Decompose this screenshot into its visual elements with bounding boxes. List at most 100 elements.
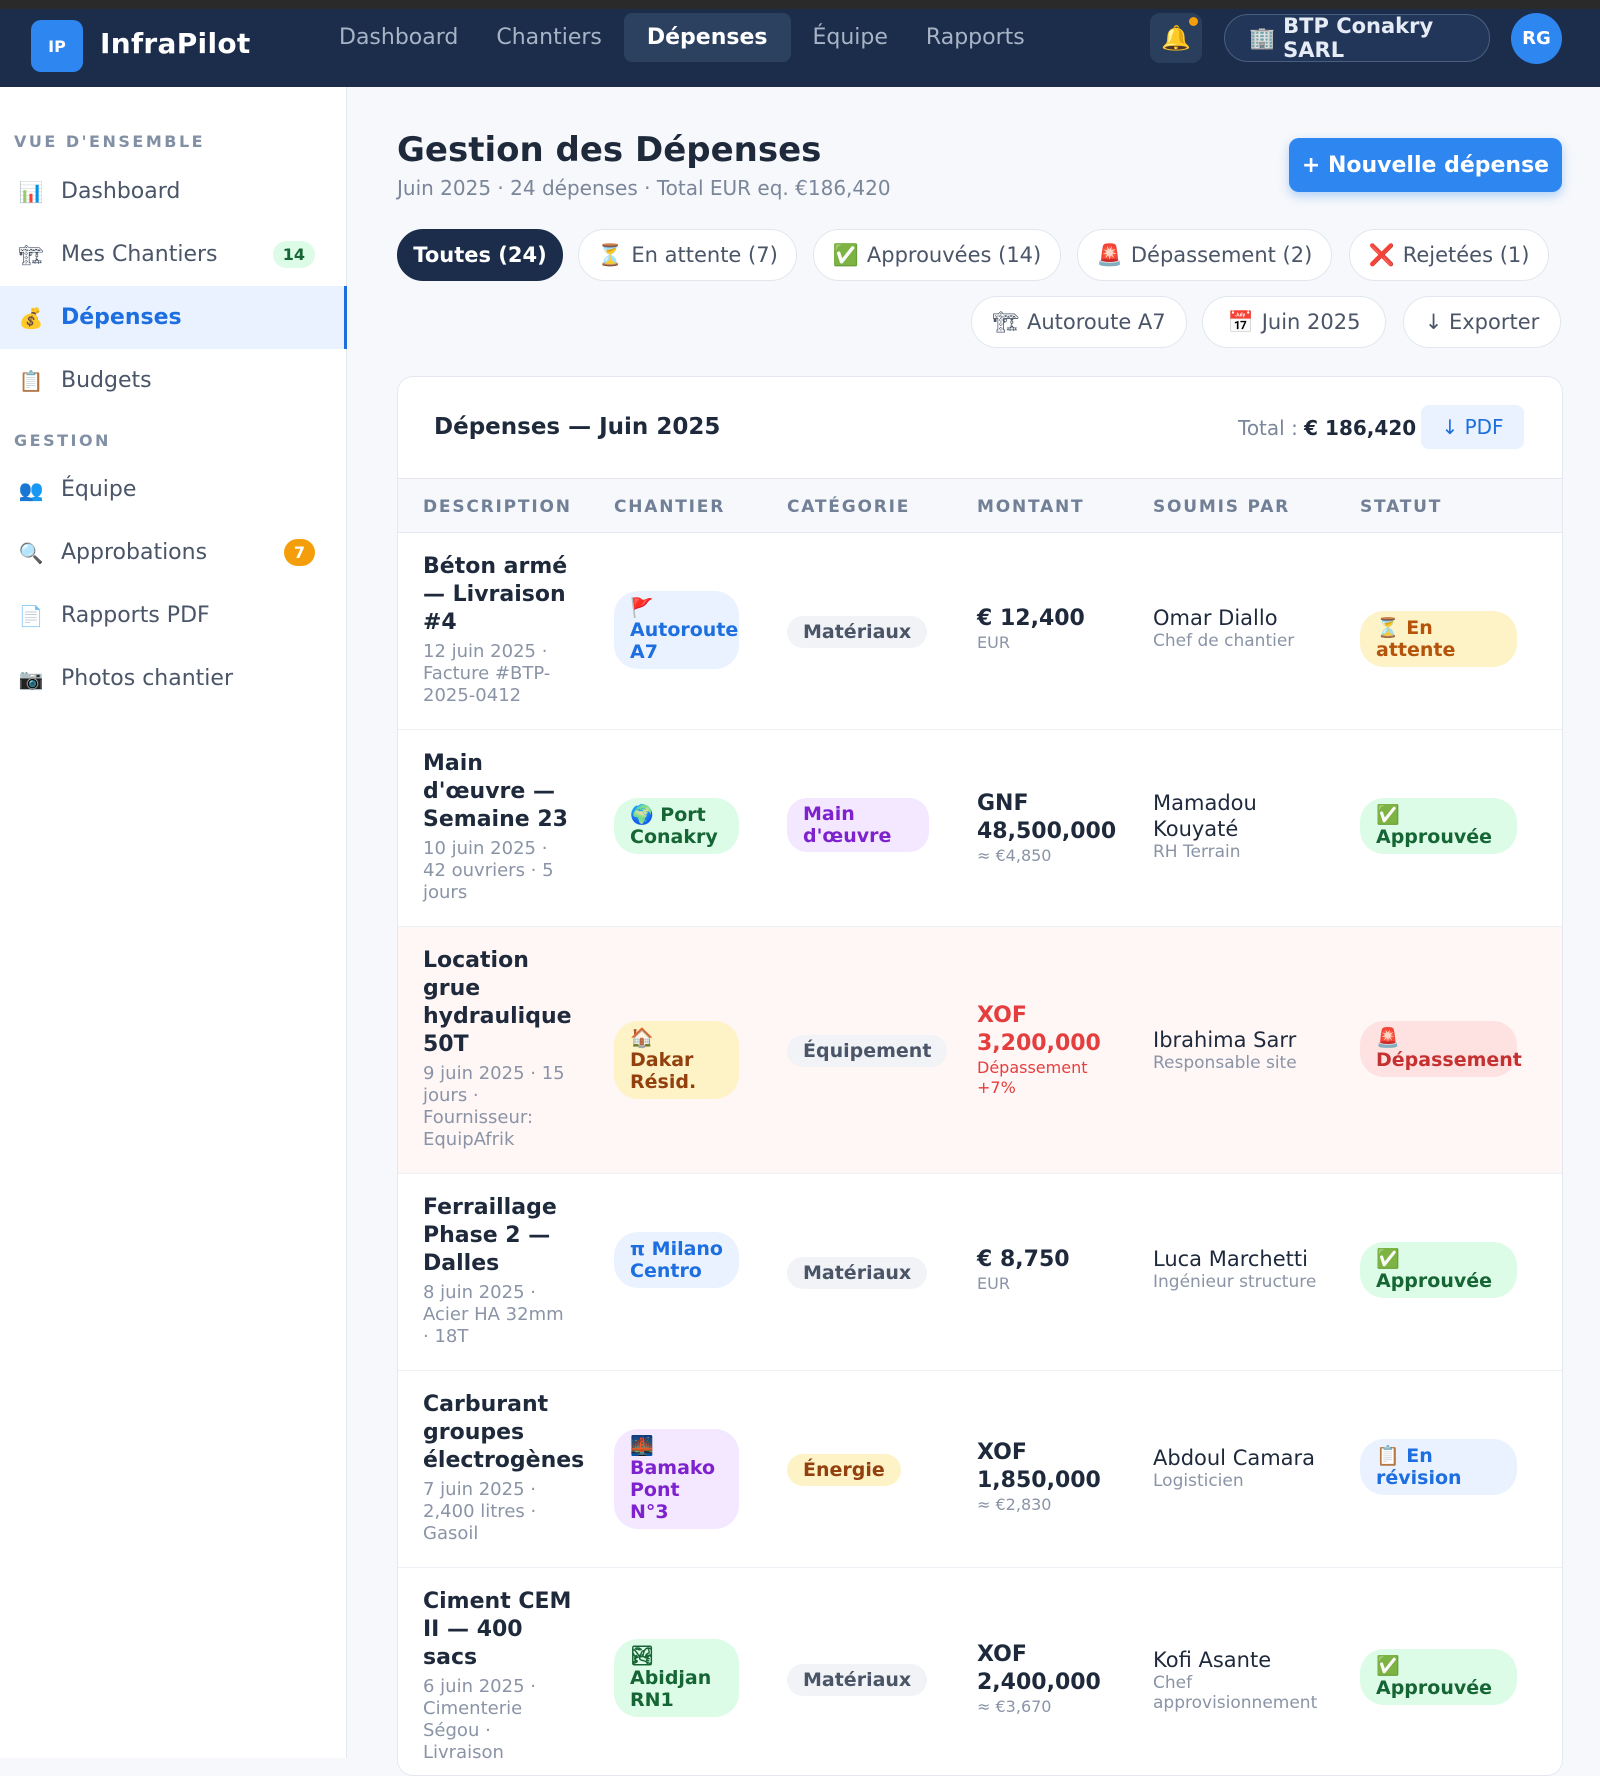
amount-value: € 12,400 <box>977 606 1085 631</box>
crane-icon: 🏗 <box>992 309 1019 334</box>
nav-rapports[interactable]: Rapports <box>910 13 1041 62</box>
sidebar-item-label: Approbations <box>61 540 208 565</box>
site-pill[interactable]: 🌉 Bamako Pont N°3 <box>614 1429 739 1529</box>
chart-icon: 📊 <box>18 179 44 204</box>
page-title: Gestion des Dépenses <box>397 130 822 170</box>
clipboard-icon: 📋 <box>1376 1445 1400 1467</box>
submitter-role: Ingénieur structure <box>1153 1272 1317 1292</box>
amount-value: XOF 3,200,000 <box>977 1003 1101 1056</box>
status-label: Approuvée <box>1376 1270 1493 1292</box>
app-logo[interactable]: IP <box>31 20 83 72</box>
table-row[interactable]: Main d'œuvre — Semaine 23 10 juin 2025 ·… <box>398 730 1562 927</box>
siren-icon: 🚨 <box>1096 242 1123 267</box>
row-description: Location grue hydraulique 50T 9 juin 202… <box>423 947 573 1151</box>
page-subtitle: Juin 2025 · 24 dépenses · Total EUR eq. … <box>397 176 891 200</box>
user-avatar[interactable]: RG <box>1511 13 1562 64</box>
expense-meta: 9 juin 2025 · 15 jours · Fournisseur: Eq… <box>423 1063 565 1150</box>
table-row[interactable]: Ferraillage Phase 2 — Dalles 8 juin 2025… <box>398 1174 1562 1371</box>
amount-value: GNF 48,500,000 <box>977 791 1117 844</box>
category-pill: Équipement <box>787 1035 948 1067</box>
filter-approved[interactable]: ✅ Approuvées (14) <box>813 229 1061 281</box>
pdf-button[interactable]: ↓ PDF <box>1421 405 1524 449</box>
table-row[interactable]: Location grue hydraulique 50T 9 juin 202… <box>398 927 1562 1174</box>
col-categorie: CATÉGORIE <box>787 497 911 517</box>
site-name: Bamako Pont N°3 <box>630 1457 716 1523</box>
hourglass-icon: ⏳ <box>1376 617 1400 639</box>
filter-pending[interactable]: ⏳ En attente (7) <box>578 229 797 281</box>
chip-label: Rejetées (1) <box>1402 243 1530 267</box>
nav-depenses[interactable]: Dépenses <box>623 13 791 62</box>
amount-sub: ≈ €2,830 <box>977 1495 1052 1514</box>
chip-label: En attente (7) <box>631 243 778 267</box>
status-badge: 🚨 Dépassement <box>1360 1021 1522 1077</box>
clipboard-icon: 📋 <box>18 368 44 393</box>
sidebar-item-rapports-pdf[interactable]: 📄 Rapports PDF <box>0 584 347 647</box>
row-description: Béton armé — Livraison #4 12 juin 2025 ·… <box>423 553 573 707</box>
sidebar-item-label: Budgets <box>61 368 152 393</box>
sidebar-item-chantiers[interactable]: 🏗 Mes Chantiers 14 <box>0 223 347 286</box>
filter-site[interactable]: 🏗 Autoroute A7 <box>971 296 1187 348</box>
new-expense-button[interactable]: + Nouvelle dépense <box>1289 138 1562 192</box>
sidebar-item-approbations[interactable]: 🔍 Approbations 7 <box>0 521 347 584</box>
chip-label: Dépassement (2) <box>1130 243 1313 267</box>
building-icon: 🏢 <box>1249 25 1276 50</box>
landscape-icon: 🏞 <box>630 1645 655 1667</box>
category-pill: Matériaux <box>787 1664 928 1696</box>
site-pill[interactable]: 🏠 Dakar Résid. <box>614 1021 739 1099</box>
site-pill[interactable]: 🌍 Port Conakry <box>614 798 739 854</box>
expense-meta: 12 juin 2025 · Facture #BTP-2025-0412 <box>423 641 551 706</box>
filter-overrun[interactable]: 🚨 Dépassement (2) <box>1077 229 1332 281</box>
nav-dashboard[interactable]: Dashboard <box>323 13 474 62</box>
expenses-card: Dépenses — Juin 2025 Total : € 186,420 ↓… <box>397 376 1563 1776</box>
expense-title: Ferraillage Phase 2 — Dalles <box>423 1195 557 1276</box>
sidebar-item-label: Équipe <box>61 477 137 502</box>
siren-icon: 🚨 <box>1376 1027 1400 1049</box>
expense-title: Main d'œuvre — Semaine 23 <box>423 751 568 832</box>
site-pill[interactable]: 🏞 Abidjan RN1 <box>614 1639 739 1717</box>
submitter-role: Chef de chantier <box>1153 631 1295 651</box>
sidebar-item-photos[interactable]: 📷 Photos chantier <box>0 647 347 710</box>
filter-month[interactable]: 📅 Juin 2025 <box>1202 296 1386 348</box>
org-selector[interactable]: 🏢 BTP Conakry SARL <box>1224 14 1490 62</box>
sidebar-item-dashboard[interactable]: 📊 Dashboard <box>0 160 347 223</box>
check-icon: ✅ <box>1376 1655 1400 1677</box>
submitter-role: Logisticien <box>1153 1471 1244 1491</box>
check-icon: ✅ <box>1376 1248 1400 1270</box>
nav-chantiers[interactable]: Chantiers <box>480 13 618 62</box>
row-description: Ferraillage Phase 2 — Dalles 8 juin 2025… <box>423 1194 573 1348</box>
amount-sub: EUR <box>977 633 1010 652</box>
status-badge: ✅ Approuvée <box>1360 1649 1517 1705</box>
nav-equipe[interactable]: Équipe <box>797 13 904 62</box>
export-button[interactable]: ↓ Exporter <box>1403 296 1561 348</box>
amount-value: XOF 2,400,000 <box>977 1642 1101 1695</box>
notifications-button[interactable]: 🔔 <box>1150 13 1202 63</box>
site-pill[interactable]: π Milano Centro <box>614 1232 739 1288</box>
sidebar-item-label: Rapports PDF <box>61 603 210 628</box>
table-row[interactable]: Béton armé — Livraison #4 12 juin 2025 ·… <box>398 533 1562 730</box>
amount-cell: GNF 48,500,000 ≈ €4,850 <box>977 790 1117 866</box>
sidebar-item-equipe[interactable]: 👥 Équipe <box>0 458 347 521</box>
sidebar-item-depenses[interactable]: 💰 Dépenses <box>0 286 347 349</box>
sidebar-section-gestion: GESTION <box>14 431 111 450</box>
filter-rejected[interactable]: ❌ Rejetées (1) <box>1349 229 1549 281</box>
sidebar-item-label: Photos chantier <box>61 666 233 691</box>
main-nav: Dashboard Chantiers Dépenses Équipe Rapp… <box>323 13 1041 62</box>
card-total: Total : € 186,420 <box>1238 416 1416 440</box>
submitter-cell: Omar Diallo Chef de chantier <box>1153 605 1328 651</box>
site-name: Abidjan RN1 <box>630 1667 712 1711</box>
amount-sub: Dépassement +7% <box>977 1058 1088 1097</box>
amount-cell: XOF 2,400,000 ≈ €3,670 <box>977 1641 1117 1717</box>
site-name: Dakar Résid. <box>630 1049 697 1093</box>
top-navbar: IP InfraPilot Dashboard Chantiers Dépens… <box>0 0 1600 87</box>
category-pill: Main d'œuvre <box>787 798 929 852</box>
table-header: DESCRIPTION CHANTIER CATÉGORIE MONTANT S… <box>398 478 1562 533</box>
cross-icon: ❌ <box>1368 242 1395 267</box>
table-row[interactable]: Carburant groupes électrogènes 7 juin 20… <box>398 1371 1562 1568</box>
filter-all[interactable]: Toutes (24) <box>397 229 563 281</box>
notification-dot <box>1189 17 1198 26</box>
site-pill[interactable]: 🚩 Autoroute A7 <box>614 591 739 669</box>
submitter-name: Abdoul Camara <box>1153 1446 1316 1470</box>
expense-meta: 6 juin 2025 · Cimenterie Ségou · Livrais… <box>423 1676 536 1763</box>
table-row[interactable]: Ciment CEM II — 400 sacs 6 juin 2025 · C… <box>398 1568 1562 1775</box>
sidebar-item-budgets[interactable]: 📋 Budgets <box>0 349 347 412</box>
